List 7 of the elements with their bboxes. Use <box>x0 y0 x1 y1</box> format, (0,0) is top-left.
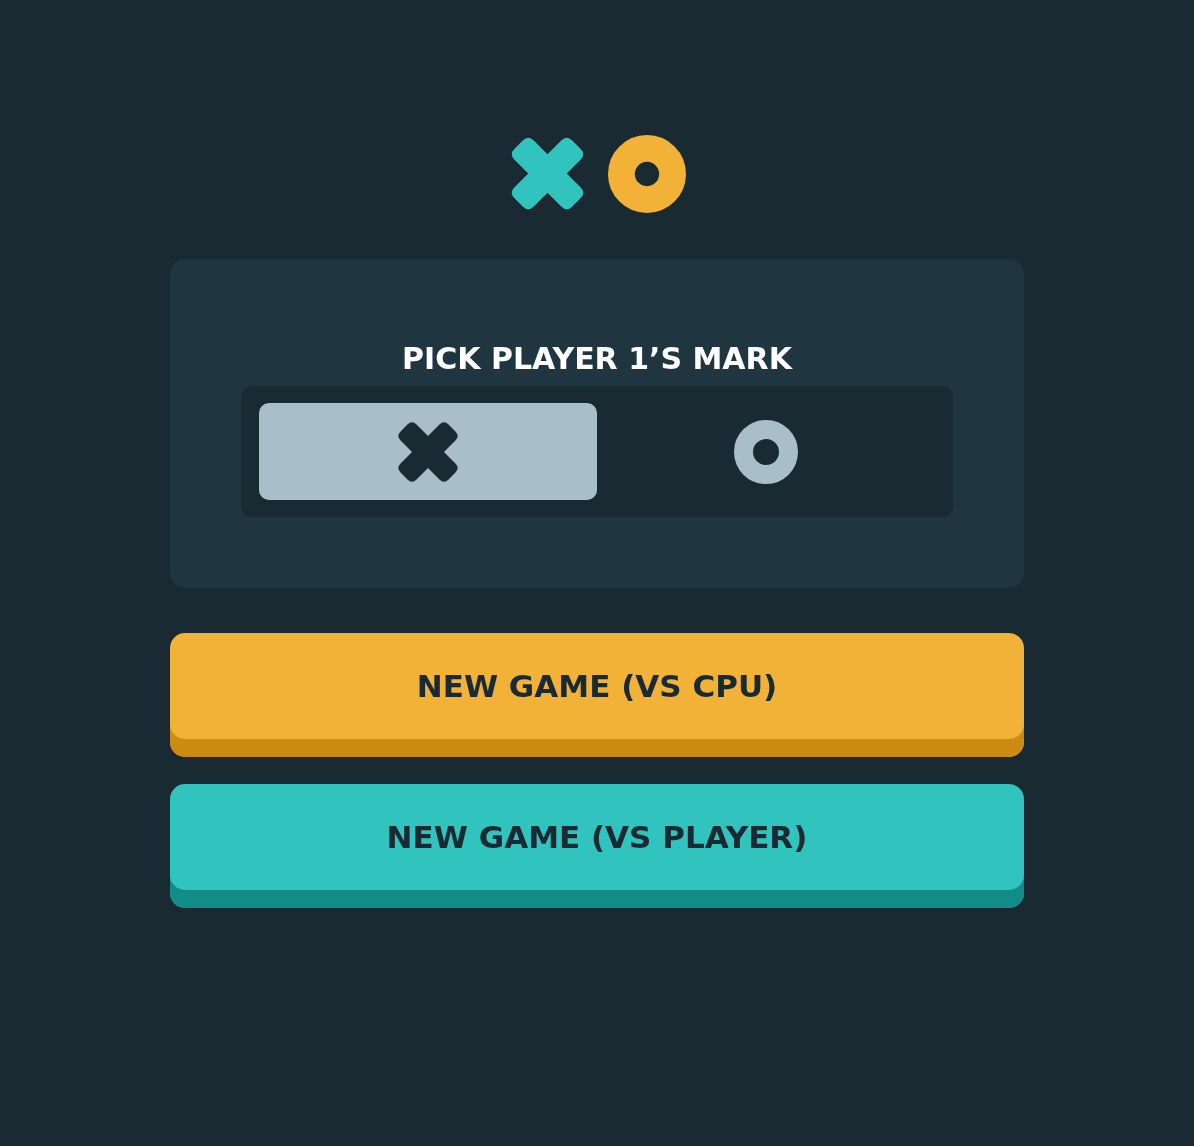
x-mark-icon <box>396 419 460 484</box>
new-game-button[interactable]: NEW GAME (VS PLAYER) <box>170 784 1024 908</box>
picker-title: PICK PLAYER 1’S MARK <box>401 341 794 377</box>
o-mark-icon <box>734 419 798 484</box>
mark-option[interactable] <box>259 403 597 500</box>
o-mark-icon <box>607 135 686 213</box>
new-game-button[interactable]: NEW GAME (VS CPU) <box>170 633 1024 757</box>
